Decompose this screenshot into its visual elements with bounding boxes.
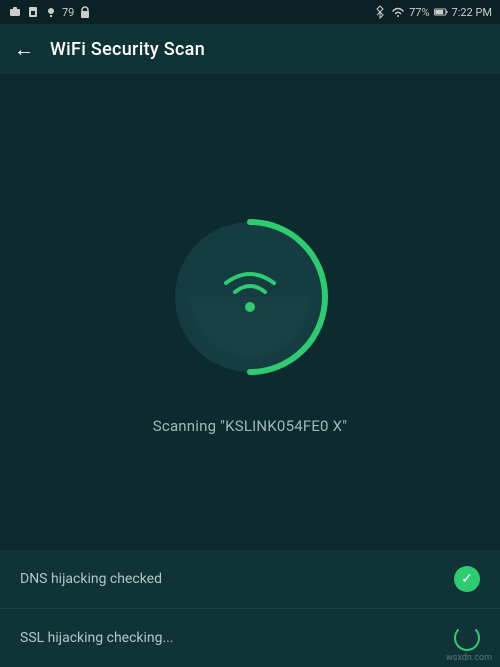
scanner-animation [160, 207, 340, 387]
battery-level: 79 [62, 6, 74, 19]
notification2-icon [44, 5, 58, 19]
time-display: 7:22 PM [452, 6, 492, 19]
nav-bar: ← WiFi Security Scan [0, 24, 500, 74]
sim-icon [26, 5, 40, 19]
checkmark-icon: ✓ [461, 571, 473, 587]
watermark: wsxdn.com [446, 653, 492, 663]
scanning-status-text: Scanning "KSLINK054FE0 X" [153, 417, 347, 435]
ssl-status-item: SSL hijacking checking... [0, 608, 500, 667]
ssl-loading-icon [454, 625, 480, 651]
status-bar-right: 77% 7:22 PM [373, 5, 492, 19]
bluetooth-icon [373, 5, 387, 19]
page-title: WiFi Security Scan [50, 39, 205, 60]
bottom-status-panel: DNS hijacking checked ✓ SSL hijacking ch… [0, 550, 500, 667]
lock-icon [78, 5, 92, 19]
battery-icon [434, 5, 448, 19]
main-content: Scanning "KSLINK054FE0 X" [0, 74, 500, 567]
wifi-signal-icon [391, 5, 405, 19]
dns-status-item: DNS hijacking checked ✓ [0, 550, 500, 608]
ssl-status-label: SSL hijacking checking... [20, 630, 174, 646]
battery-percent: 77% [409, 6, 429, 19]
back-button[interactable]: ← [14, 37, 34, 62]
dns-status-label: DNS hijacking checked [20, 571, 162, 587]
status-bar: 79 77% [0, 0, 500, 24]
status-bar-left: 79 [8, 5, 92, 19]
dns-status-icon: ✓ [454, 566, 480, 592]
notification-icon [8, 5, 22, 19]
